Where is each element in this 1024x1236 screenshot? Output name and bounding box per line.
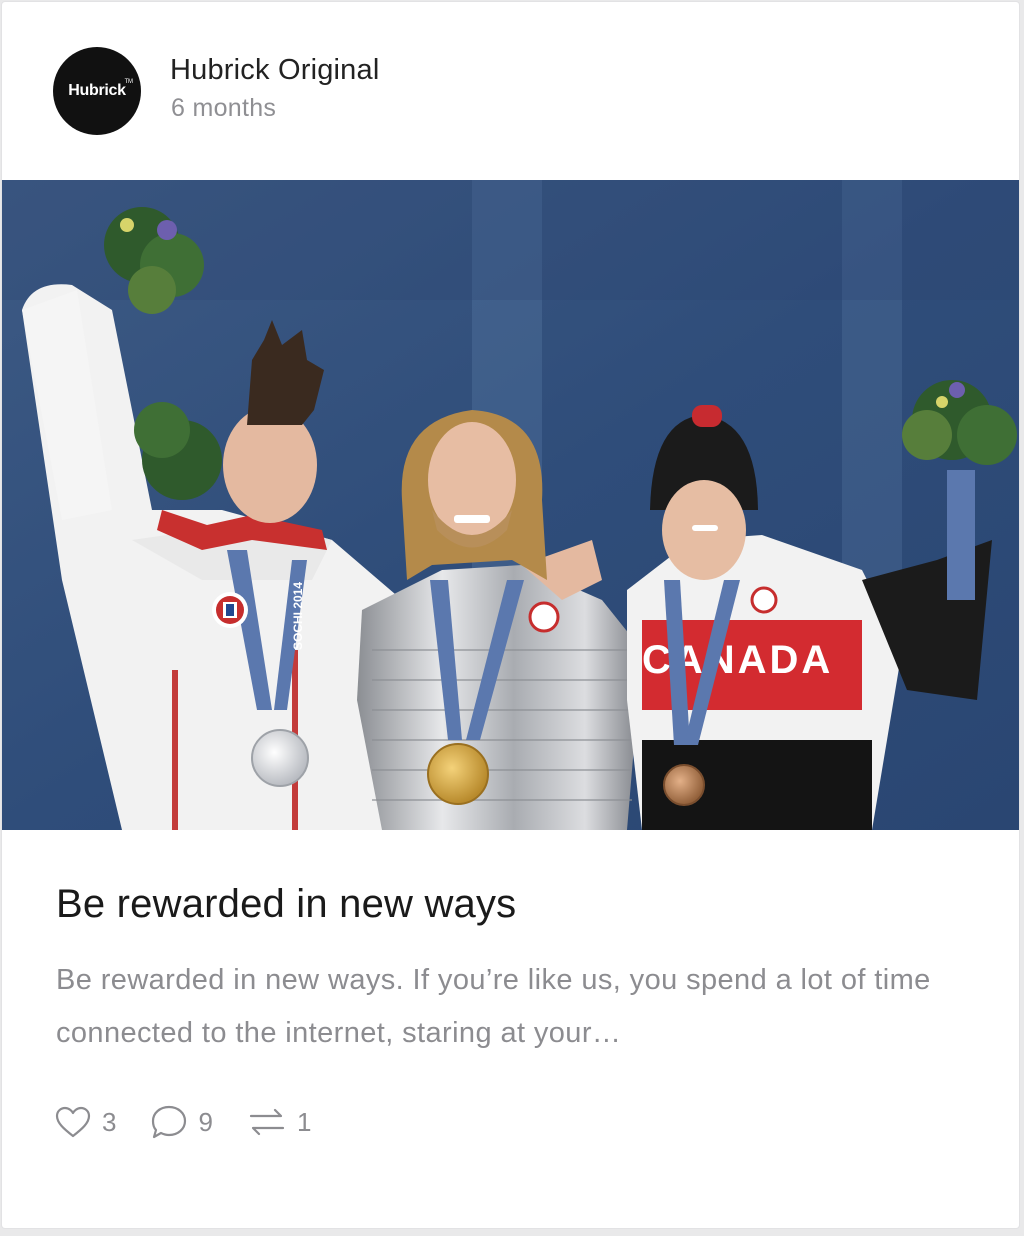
avatar-logo: Hubrick TM bbox=[68, 79, 133, 100]
post-header: Hubrick TM Hubrick Original 6 months bbox=[2, 2, 1019, 178]
comment-count: 9 bbox=[198, 1106, 213, 1137]
photo-ribbon-text: SOCHI 2014 bbox=[291, 582, 305, 650]
comment-icon bbox=[152, 1105, 187, 1139]
trademark-mark: TM bbox=[124, 79, 133, 85]
share-count: 1 bbox=[296, 1106, 312, 1137]
like-count: 3 bbox=[102, 1106, 117, 1137]
avatar-logo-text: Hubrick bbox=[68, 82, 126, 99]
author-name[interactable]: Hubrick Original bbox=[170, 54, 380, 87]
podium-photo: CANADA SOCHI 2014 bbox=[2, 180, 1019, 830]
comment-button[interactable]: 9 bbox=[150, 1104, 213, 1140]
post-excerpt[interactable]: Be rewarded in new ways. If you’re like … bbox=[56, 954, 956, 1060]
avatar[interactable]: Hubrick TM bbox=[53, 47, 141, 135]
post-image[interactable]: CANADA SOCHI 2014 bbox=[2, 180, 1019, 830]
like-button[interactable]: 3 bbox=[54, 1105, 116, 1139]
post-card: Hubrick TM Hubrick Original 6 months CAN… bbox=[2, 2, 1019, 1228]
post-timestamp: 6 months bbox=[171, 94, 277, 122]
post-actions: 3 9 1 bbox=[54, 1100, 345, 1144]
post-title[interactable]: Be rewarded in new ways bbox=[56, 882, 516, 927]
share-button[interactable]: 1 bbox=[247, 1104, 311, 1140]
heart-icon bbox=[55, 1106, 91, 1138]
repost-icon bbox=[249, 1108, 285, 1136]
